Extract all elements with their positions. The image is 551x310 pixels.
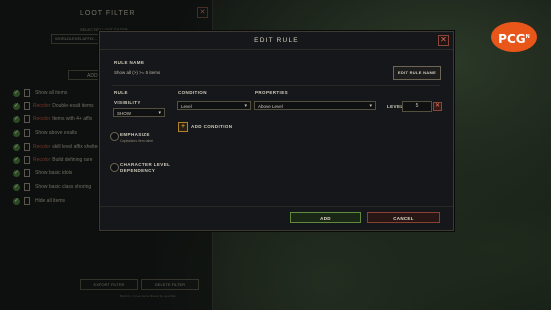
rule-row[interactable]: ✓ Recolor Build defining rare (13, 155, 93, 165)
check-icon: ✓ (13, 183, 20, 191)
rule-label: Show all items (35, 90, 68, 96)
character-level-dependency-radio[interactable] (110, 163, 119, 172)
drag-handle-icon[interactable] (24, 115, 30, 123)
drag-handle-icon[interactable] (24, 143, 30, 151)
drag-handle-icon[interactable] (24, 102, 30, 110)
rule-label: Hide all items (35, 198, 66, 204)
filter-hint-text: Build 0.x. A new items filtered by new f… (120, 294, 177, 298)
check-icon: ✓ (13, 129, 20, 137)
rule-row[interactable]: ✓ Show above exalts (13, 128, 77, 138)
properties-dropdown[interactable]: Above Level ▾ (254, 101, 376, 110)
check-icon: ✓ (13, 169, 20, 177)
drag-handle-icon[interactable] (24, 169, 30, 177)
check-icon: ✓ (13, 89, 20, 97)
rule-row[interactable]: ✓ Hide all items (13, 196, 65, 206)
visibility-label: VISIBILITY (114, 100, 141, 105)
export-filter-button[interactable]: EXPORT FILTER (80, 279, 138, 290)
rule-row[interactable]: ✓ Show all items (13, 88, 67, 98)
emphasize-label: EMPHASIZE (120, 132, 150, 137)
rule-label: skill level affix shelter (52, 144, 100, 150)
pcg-logo: PCGN (491, 22, 537, 52)
condition-label: CONDITION (178, 90, 207, 95)
rule-row[interactable]: ✓ Recolor Items with 4+ affix (13, 114, 92, 124)
delete-filter-button[interactable]: DELETE FILTER (141, 279, 199, 290)
check-icon: ✓ (13, 156, 20, 164)
chevron-down-icon: ▾ (244, 103, 247, 109)
check-icon: ✓ (13, 102, 20, 110)
section-divider (112, 85, 440, 86)
rule-row[interactable]: ✓ Show basic class shoring (13, 182, 91, 192)
add-condition-icon[interactable]: + (178, 122, 188, 132)
loot-filter-title: LOOT FILTER (80, 10, 136, 17)
rule-label: Items with 4+ affix (52, 116, 93, 122)
rule-name-value: Show all (>) >= 5 items (114, 70, 161, 75)
rule-label: Show above exalts (35, 130, 77, 136)
properties-label: PROPERTIES (255, 90, 289, 95)
edit-rule-name-button[interactable]: EDIT RULE NAME (393, 66, 441, 80)
condition-value: Level (181, 104, 192, 109)
close-icon[interactable]: ✕ (438, 35, 449, 46)
dialog-header: EDIT RULE ✕ (100, 32, 453, 50)
drag-handle-icon[interactable] (24, 89, 30, 97)
drag-handle-icon[interactable] (24, 156, 30, 164)
loot-filter-close-button[interactable]: ✕ (197, 7, 208, 18)
rule-label: Show basic idols (35, 170, 73, 176)
emphasize-radio[interactable] (110, 132, 119, 141)
dialog-title: EDIT RULE (254, 37, 299, 44)
footer-divider (100, 206, 453, 207)
rule-label: Show basic class shoring (35, 184, 92, 190)
check-icon: ✓ (13, 115, 20, 123)
level-input[interactable]: 5 (402, 101, 432, 112)
emphasize-description: Capitalizes item label (120, 139, 154, 143)
cancel-button[interactable]: CANCEL (367, 212, 440, 223)
rule-row[interactable]: ✓ Recolor skill level affix shelter (13, 142, 99, 152)
remove-condition-icon[interactable]: ✕ (433, 102, 442, 111)
drag-handle-icon[interactable] (24, 197, 30, 205)
visibility-value: SHOW (117, 111, 131, 116)
edit-rule-dialog: EDIT RULE ✕ RULE NAME Show all (>) >= 5 … (99, 31, 454, 231)
rule-row[interactable]: ✓ Show basic idols (13, 168, 72, 178)
chevron-down-icon: ▾ (158, 110, 161, 116)
properties-value: Above Level (258, 104, 283, 109)
rule-label: Build defining rare (52, 157, 93, 163)
chevron-down-icon: ▾ (369, 103, 372, 109)
rule-label: Double-exalt items (52, 103, 94, 109)
check-icon: ✓ (13, 143, 20, 151)
rule-section-label: RULE (114, 90, 128, 95)
add-button[interactable]: ADD (290, 212, 361, 223)
rule-row[interactable]: ✓ Recolor Double-exalt items (13, 101, 94, 111)
character-level-label: CHARACTER LEVEL (120, 162, 171, 167)
add-condition-button[interactable]: ADD CONDITION (191, 124, 232, 129)
visibility-dropdown[interactable]: SHOW ▾ (113, 108, 165, 117)
rule-name-label: RULE NAME (114, 60, 145, 65)
condition-dropdown[interactable]: Level ▾ (177, 101, 251, 110)
check-icon: ✓ (13, 197, 20, 205)
drag-handle-icon[interactable] (24, 129, 30, 137)
dependency-label: DEPENDENCY (120, 168, 156, 173)
drag-handle-icon[interactable] (24, 183, 30, 191)
